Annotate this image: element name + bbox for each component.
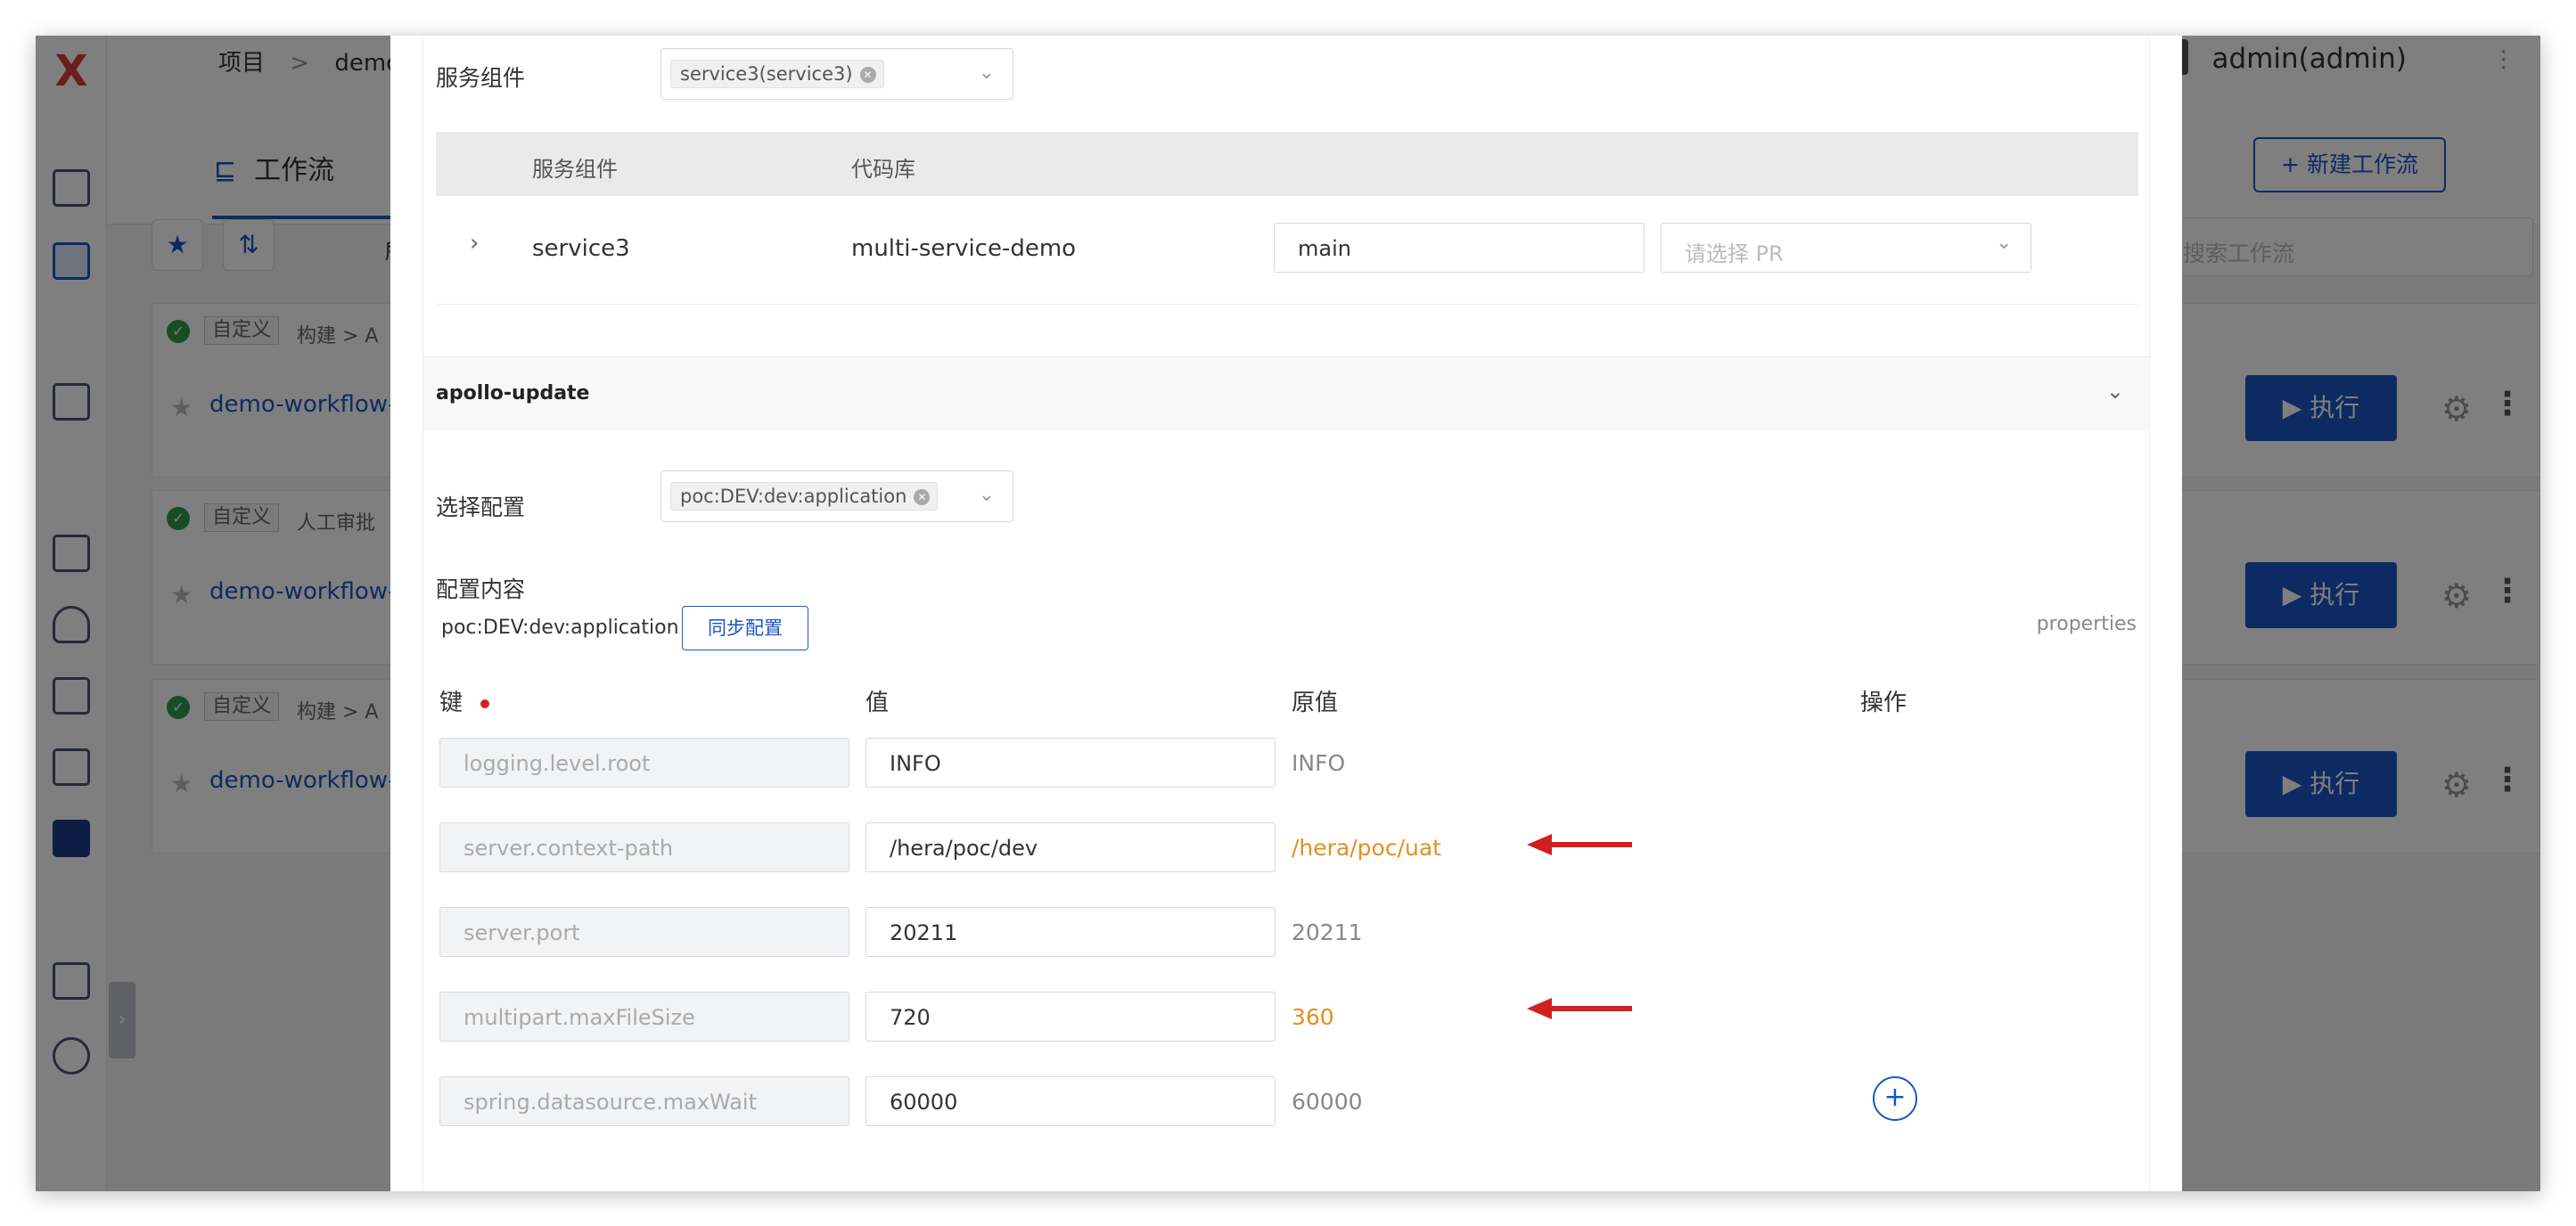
branch-select[interactable]: main	[1274, 223, 1645, 273]
chevron-down-icon[interactable]: ⌄	[2106, 379, 2124, 404]
remove-chip-icon[interactable]: ✕	[859, 67, 876, 83]
config-original-value: 20211	[1292, 920, 1363, 945]
column-action: 操作	[1860, 690, 1907, 716]
sync-config-button[interactable]: 同步配置	[682, 606, 808, 650]
config-original-value: 360	[1292, 1004, 1334, 1030]
annotation-arrow-icon	[1527, 998, 1632, 1019]
section-title: apollo-update	[436, 382, 590, 405]
config-key-input: server.port	[439, 907, 849, 957]
app-window: X › 项目 > demo ▼ > admin(admin) ⋮ ⊑工作流 + …	[36, 36, 2540, 1191]
config-chip: poc:DEV:dev:application ✕	[670, 482, 939, 511]
column-original: 原值	[1292, 690, 1339, 716]
header-service: 服务组件	[532, 157, 618, 182]
config-name: poc:DEV:dev:application	[441, 617, 679, 639]
config-label: 选择配置	[436, 494, 526, 520]
config-value-input[interactable]: 60000	[866, 1076, 1276, 1126]
chevron-down-icon: ⌄	[978, 484, 995, 506]
config-key-input: spring.datasource.maxWait	[439, 1076, 849, 1126]
required-dot	[480, 699, 490, 708]
header-repo: 代码库	[851, 157, 915, 182]
config-original-value: /hera/poc/uat	[1292, 835, 1441, 861]
expand-row-icon[interactable]: ›	[470, 230, 479, 257]
modal-body: 服务组件 service3(service3) ✕ ⌄ 服务组件 代码库 › se…	[422, 36, 2151, 1191]
service-chip-label: service3(service3)	[680, 63, 853, 85]
service-select[interactable]: service3(service3) ✕ ⌄	[660, 48, 1013, 100]
config-select[interactable]: poc:DEV:dev:application ✕ ⌄	[660, 470, 1013, 522]
config-key-input: logging.level.root	[439, 738, 849, 788]
column-key-label: 键	[439, 690, 464, 716]
config-value-input[interactable]: 720	[866, 992, 1276, 1042]
config-key-input: multipart.maxFileSize	[439, 992, 849, 1042]
run-workflow-modal: 服务组件 service3(service3) ✕ ⌄ 服务组件 代码库 › se…	[390, 36, 2182, 1191]
annotation-arrow-icon	[1527, 834, 1632, 855]
column-value: 值	[866, 690, 890, 716]
remove-chip-icon[interactable]: ✕	[914, 489, 931, 505]
chevron-down-icon: ⌄	[978, 61, 995, 84]
row-service: service3	[532, 235, 630, 262]
config-original-value: 60000	[1292, 1089, 1363, 1115]
config-value-input[interactable]: 20211	[866, 907, 1276, 957]
row-repo: multi-service-demo	[851, 235, 1077, 262]
service-chip: service3(service3) ✕	[670, 60, 884, 88]
column-key: 键	[439, 684, 490, 717]
add-row-button[interactable]: +	[1873, 1076, 1917, 1121]
config-value-input[interactable]: /hera/poc/dev	[866, 822, 1276, 872]
config-original-value: INFO	[1292, 750, 1346, 776]
config-chip-label: poc:DEV:dev:application	[680, 486, 907, 507]
service-table-header: 服务组件 代码库	[436, 132, 2138, 196]
pr-select[interactable]: 请选择 PR	[1661, 223, 2031, 273]
table-row: › service3 multi-service-demo main 请选择 P…	[436, 196, 2138, 305]
service-label: 服务组件	[436, 65, 526, 91]
config-key-input: server.context-path	[439, 822, 849, 872]
config-value-input[interactable]: INFO	[866, 738, 1276, 788]
chevron-down-icon: ⌄	[1996, 232, 2013, 254]
apollo-section-header[interactable]: apollo-update ⌄	[423, 356, 2151, 431]
content-label: 配置内容	[436, 576, 526, 602]
config-format: properties	[2036, 613, 2137, 635]
